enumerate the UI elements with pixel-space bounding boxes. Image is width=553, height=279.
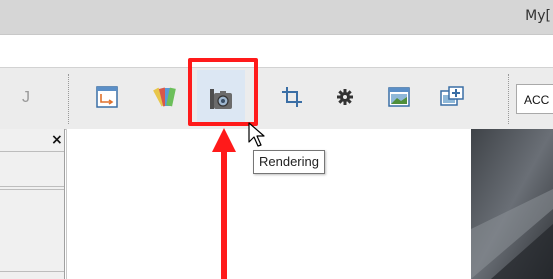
crop-icon bbox=[282, 87, 302, 107]
image-icon bbox=[388, 87, 410, 107]
add-image-icon bbox=[440, 86, 464, 106]
window-icon bbox=[96, 86, 118, 108]
panel-divider bbox=[0, 189, 64, 190]
red-arrow-icon bbox=[212, 128, 236, 279]
toolbar-dropdown[interactable]: ACC bbox=[516, 84, 553, 114]
panel-divider bbox=[0, 271, 64, 272]
window-title: My[ bbox=[525, 8, 551, 24]
tooltip: Rendering bbox=[253, 150, 325, 174]
palette-button[interactable] bbox=[150, 80, 180, 114]
panel-divider bbox=[0, 186, 64, 187]
crop-button[interactable] bbox=[277, 80, 307, 114]
panel-divider bbox=[0, 151, 64, 152]
render-preview bbox=[471, 129, 553, 279]
left-panel: × bbox=[0, 129, 65, 279]
add-image-button[interactable] bbox=[437, 80, 467, 114]
toolbar: J ACC bbox=[0, 67, 553, 130]
toolbar-separator bbox=[68, 74, 69, 124]
menu-strip bbox=[0, 35, 553, 67]
palette-icon bbox=[153, 87, 176, 107]
highlight-box bbox=[188, 58, 258, 126]
image-button[interactable] bbox=[384, 80, 414, 114]
partial-toolbar-icon[interactable]: J bbox=[22, 89, 30, 107]
window-button[interactable] bbox=[92, 80, 122, 114]
settings-button[interactable] bbox=[330, 80, 360, 114]
gear-icon bbox=[337, 89, 353, 105]
render-preview-image bbox=[471, 129, 553, 279]
mouse-cursor-icon bbox=[248, 122, 265, 147]
title-bar: My[ bbox=[0, 0, 553, 35]
toolbar-separator bbox=[508, 74, 509, 124]
close-icon[interactable]: × bbox=[51, 132, 63, 148]
